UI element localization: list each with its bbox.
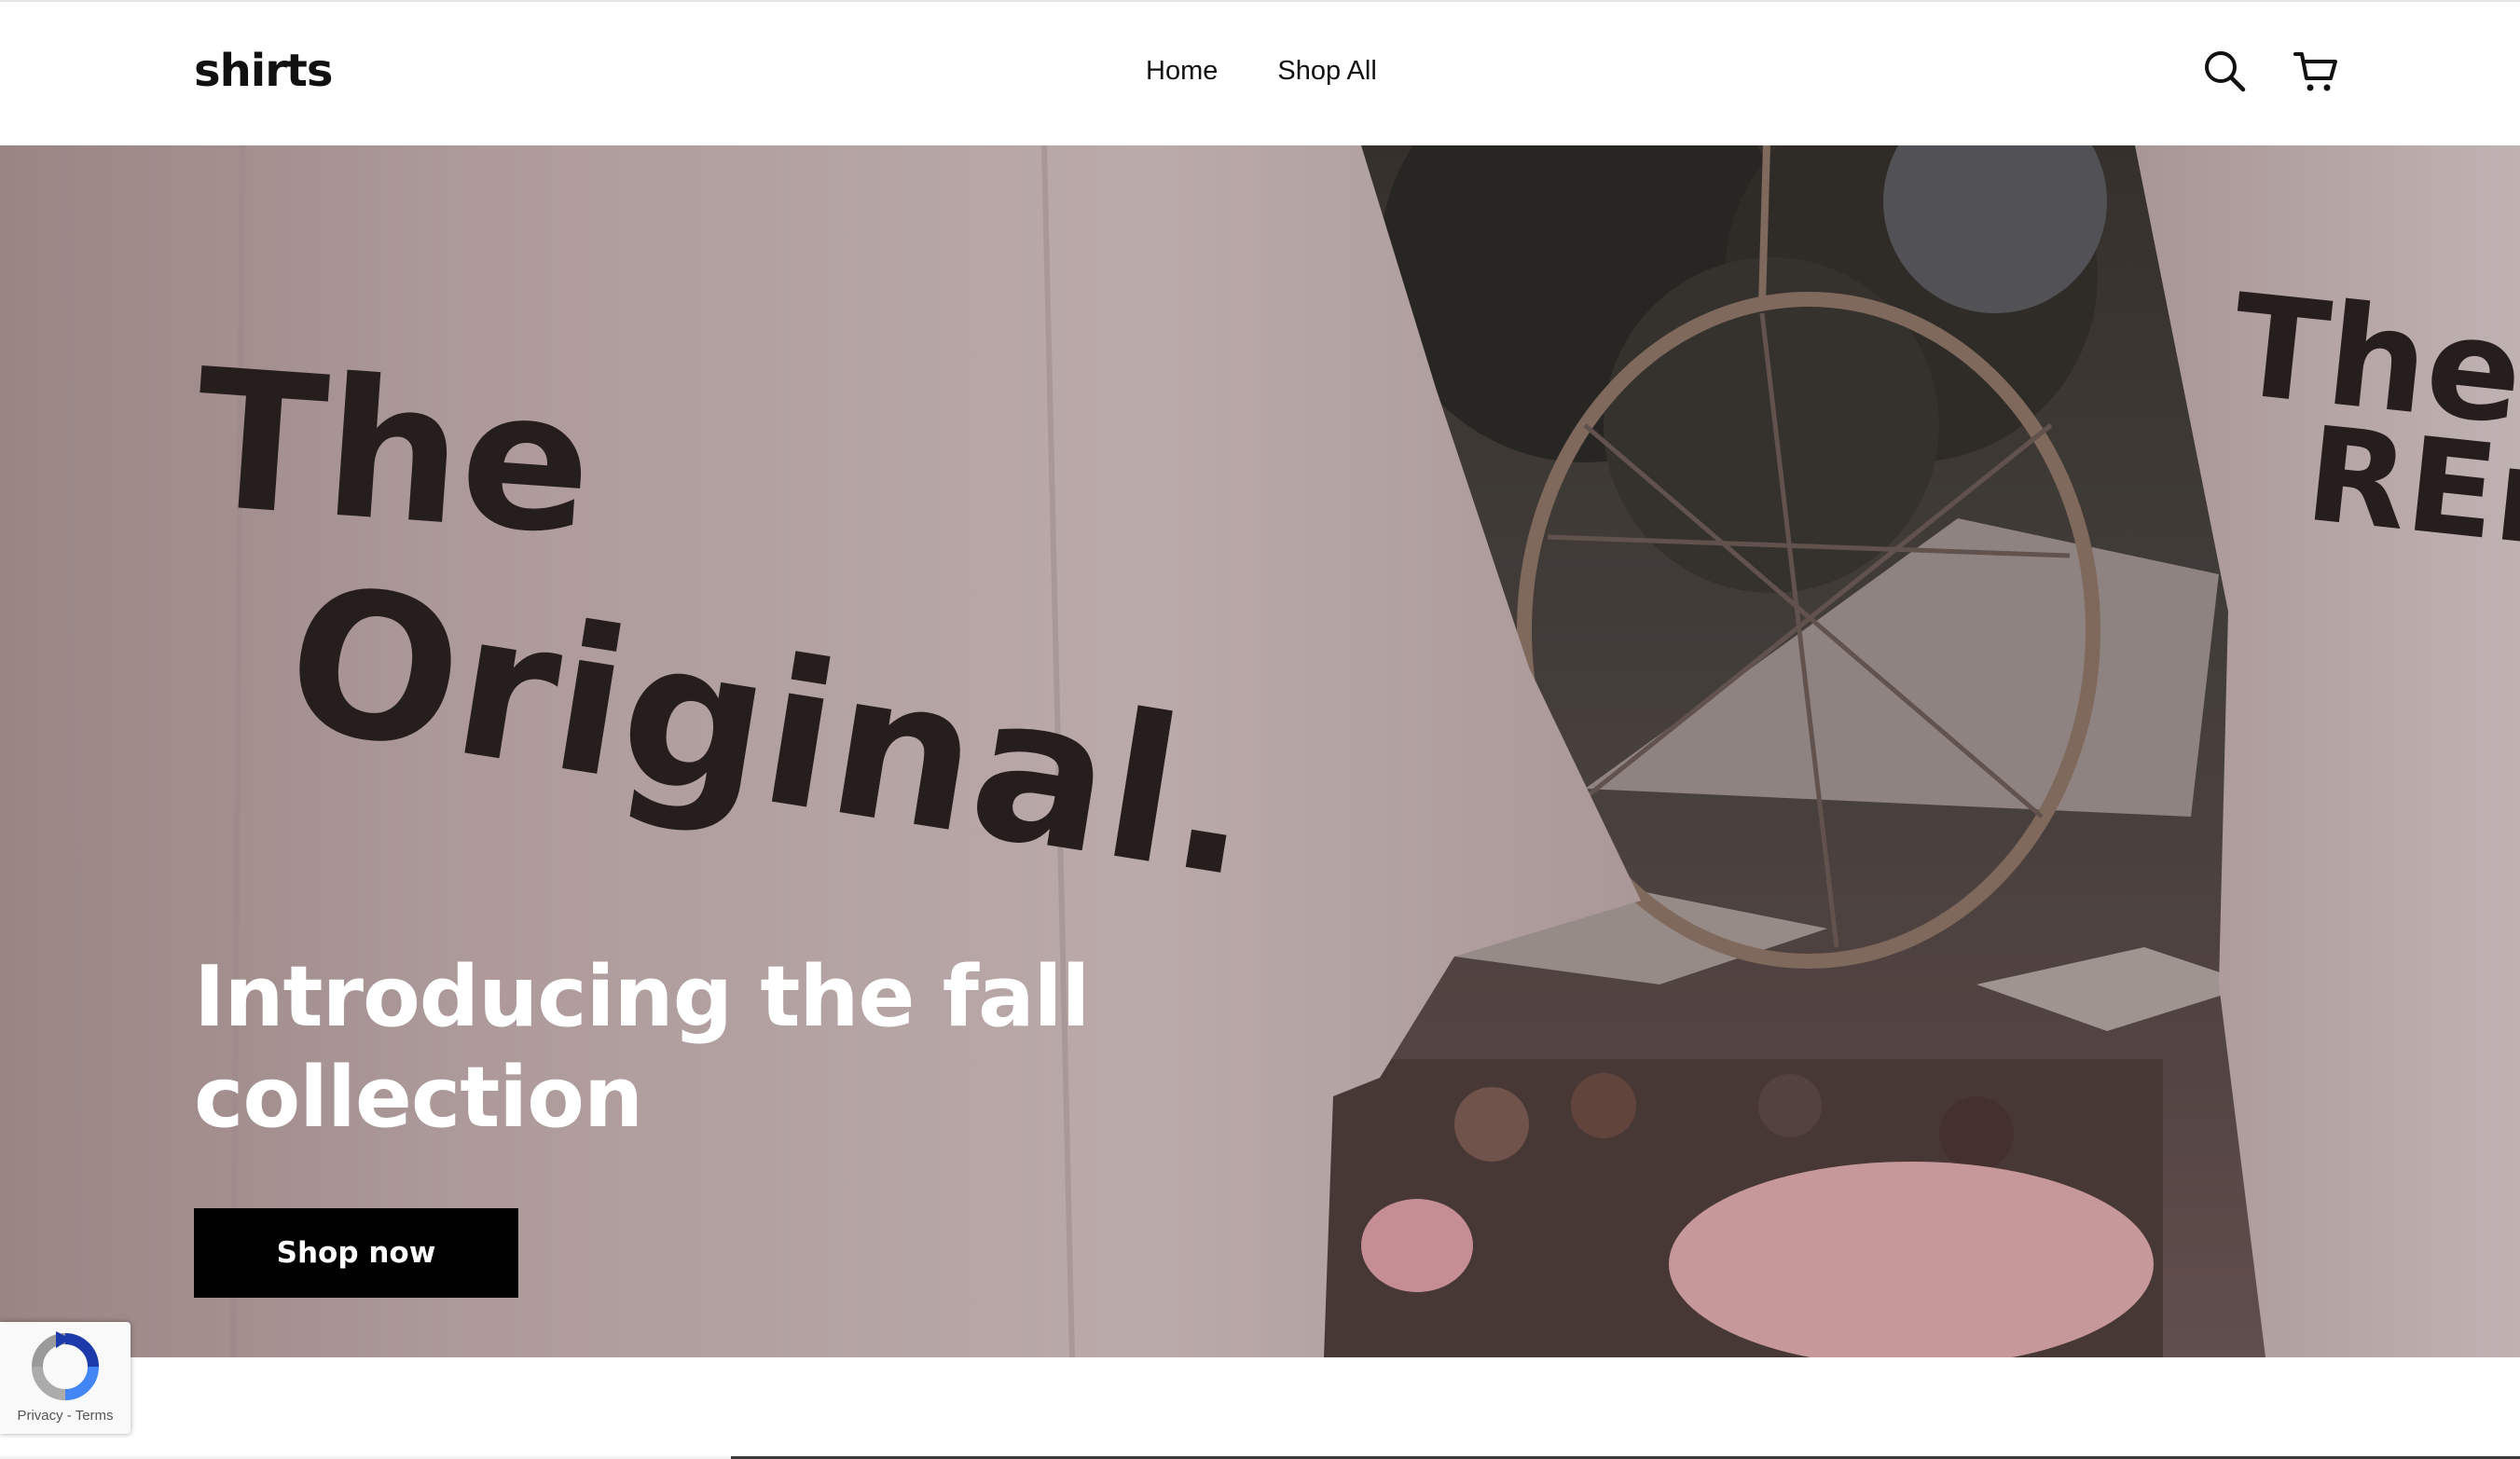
hero-image: The Original. The REm <box>0 145 2520 1357</box>
nav-link-home[interactable]: Home <box>1146 56 1218 87</box>
recaptcha-links: Privacy - Terms <box>0 1408 131 1424</box>
recaptcha-terms-link[interactable]: Terms <box>76 1408 114 1424</box>
recaptcha-badge[interactable]: Privacy - Terms <box>0 1322 131 1434</box>
main-nav: Home Shop All <box>1146 56 1377 87</box>
site-logo[interactable]: shirts <box>194 45 333 97</box>
shop-now-button[interactable]: Shop now <box>194 1208 518 1298</box>
recaptcha-separator: - <box>62 1408 76 1424</box>
hero-banner: The Original. The REm Introducing the fa… <box>0 145 2520 1357</box>
recaptcha-privacy-link[interactable]: Privacy <box>17 1408 62 1424</box>
nav-link-shop-all[interactable]: Shop All <box>1277 56 1376 87</box>
site-header: shirts Home Shop All <box>0 0 2520 145</box>
recaptcha-icon <box>32 1331 99 1400</box>
hero-title: Introducing the fall collection <box>194 948 1090 1147</box>
search-icon[interactable] <box>2202 47 2247 95</box>
header-icons <box>2202 47 2338 95</box>
cart-icon[interactable] <box>2293 47 2338 95</box>
